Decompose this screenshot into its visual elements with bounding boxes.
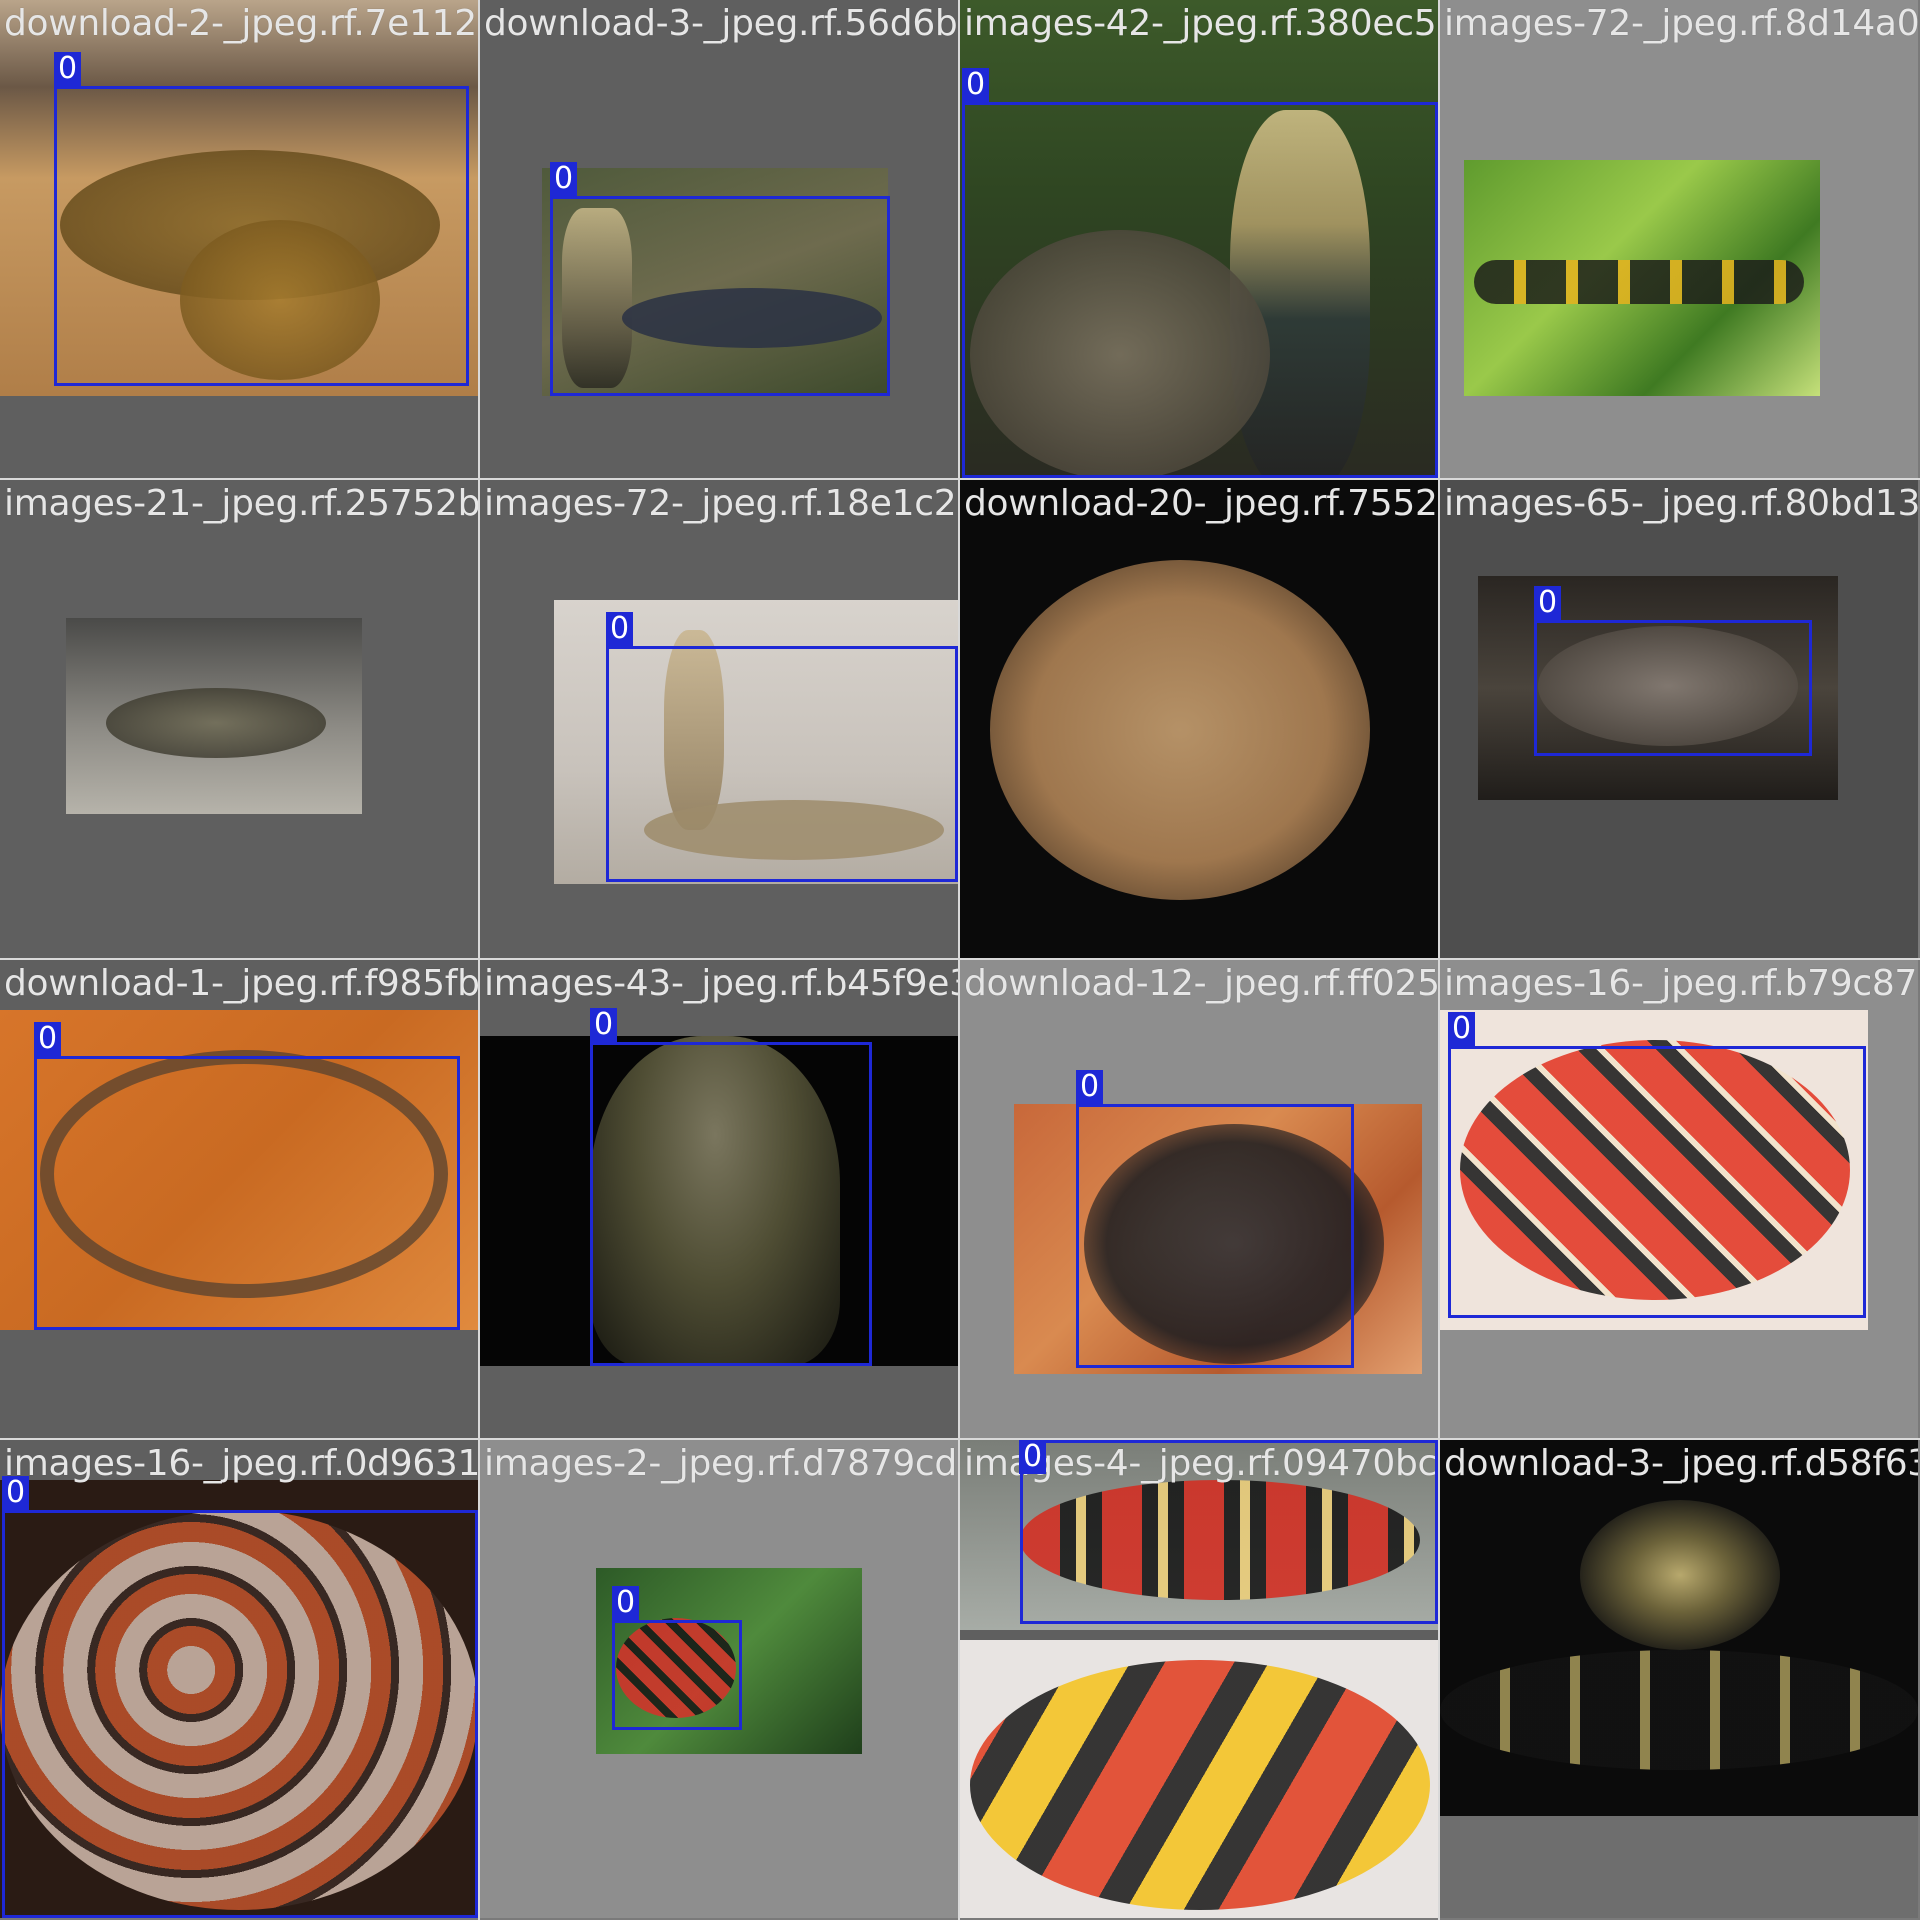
image-filename: images-16-_jpeg.rf.b79c87c [1444,963,1918,1004]
mosaic-tile: images-65-_jpeg.rf.80bd136 0 [1440,480,1918,958]
training-batch-mosaic: download-2-_jpeg.rf.7e112e4b6f7974fa7a92… [0,0,1920,1920]
image-filename: images-72-_jpeg.rf.18e1c21ebe5aa2ab86063 [484,483,958,524]
class-label: 0 [962,68,990,102]
mosaic-tile: images-72-_jpeg.rf.18e1c21ebe5aa2ab86063… [480,480,958,958]
class-label: 0 [2,1476,30,1510]
image-filename: download-20-_jpeg.rf.75527d8396906755aff… [964,483,1438,524]
class-label: 0 [612,1586,640,1620]
grid-divider [958,0,960,1920]
image-filename: download-1-_jpeg.rf.f985fb82edb1f5418ab6… [4,963,478,1004]
detection-bbox: 0 [2,1476,478,1918]
grid-divider [0,1438,1920,1440]
class-label: 0 [590,1008,618,1042]
mosaic-tile: images-4-_jpeg.rf.09470bcbb3a5895f28507 … [960,1440,1438,1918]
image-filename: images-65-_jpeg.rf.80bd136 [1444,483,1918,524]
mosaic-tile: images-16-_jpeg.rf.b79c87c 0 [1440,960,1918,1438]
mosaic-tile: images-2-_jpeg.rf.d7879cdd77ac4a24082b0e… [480,1440,958,1918]
detection-bbox: 0 [1076,1070,1354,1368]
image-filename: images-16-_jpeg.rf.0d9631d5dfa8b320e5938 [4,1443,478,1484]
detection-bbox: 0 [1019,1440,1438,1624]
mosaic-tile: images-43-_jpeg.rf.b45f9e35d050319262b4 … [480,960,958,1438]
image-filename: images-21-_jpeg.rf.25752b17f1e4b372a00ff… [4,483,478,524]
class-label: 0 [1019,1440,1047,1474]
class-label: 0 [34,1022,62,1056]
snake-photo [66,618,362,814]
detection-bbox: 0 [54,52,469,386]
detection-bbox: 0 [962,68,1438,478]
mosaic-tile: download-2-_jpeg.rf.7e112e4b6f7974fa7a92… [0,0,478,478]
mosaic-tile: images-42-_jpeg.rf.380ec58bd50ae1723e9e0… [960,0,1438,478]
mosaic-tile: download-1-_jpeg.rf.f985fb82edb1f5418ab6… [0,960,478,1438]
snake-photo [960,1640,1438,1918]
detection-bbox: 0 [606,612,958,882]
detection-bbox: 0 [612,1586,742,1730]
image-filename: images-42-_jpeg.rf.380ec58bd50ae1723e9e0 [964,3,1438,44]
class-label: 0 [606,612,634,646]
class-label: 0 [1448,1012,1476,1046]
grid-divider [478,0,480,1920]
grid-divider [1438,0,1440,1920]
detection-bbox: 0 [590,1008,872,1366]
detection-bbox: 0 [1448,1012,1866,1318]
snake-photo [960,520,1438,958]
mosaic-tile: download-3-_jpeg.rf.d58f635 [1440,1440,1918,1918]
detection-bbox: 0 [1534,586,1812,756]
image-filename: download-12-_jpeg.rf.ff025d1446334d6764f [964,963,1438,1004]
detection-bbox: 0 [550,162,890,396]
class-label: 0 [1534,586,1562,620]
image-filename: download-2-_jpeg.rf.7e112e4b6f7974fa7a92 [4,3,478,44]
mosaic-tile: download-20-_jpeg.rf.75527d8396906755aff… [960,480,1438,958]
mosaic-tile: download-12-_jpeg.rf.ff025d1446334d6764f… [960,960,1438,1438]
grid-divider [0,958,1920,960]
snake-photo [1464,160,1820,396]
image-filename: images-72-_jpeg.rf.8d14a0c [1444,3,1918,44]
mosaic-tile: images-16-_jpeg.rf.0d9631d5dfa8b320e5938… [0,1440,478,1918]
grid-divider [0,478,1920,480]
class-label: 0 [54,52,82,86]
image-filename: images-43-_jpeg.rf.b45f9e35d050319262b4 [484,963,958,1004]
image-filename: download-3-_jpeg.rf.d58f635 [1444,1443,1918,1484]
mosaic-tile: download-3-_jpeg.rf.56d6b8c3e347766b55 0 [480,0,958,478]
snake-photo [1440,1440,1918,1816]
class-label: 0 [1076,1070,1104,1104]
detection-bbox: 0 [34,1022,460,1330]
image-filename: download-3-_jpeg.rf.56d6b8c3e347766b55 [484,3,958,44]
mosaic-tile: images-72-_jpeg.rf.8d14a0c [1440,0,1918,478]
class-label: 0 [550,162,578,196]
image-filename: images-2-_jpeg.rf.d7879cdd77ac4a24082b0e [484,1443,958,1484]
mosaic-tile: images-21-_jpeg.rf.25752b17f1e4b372a00ff… [0,480,478,958]
